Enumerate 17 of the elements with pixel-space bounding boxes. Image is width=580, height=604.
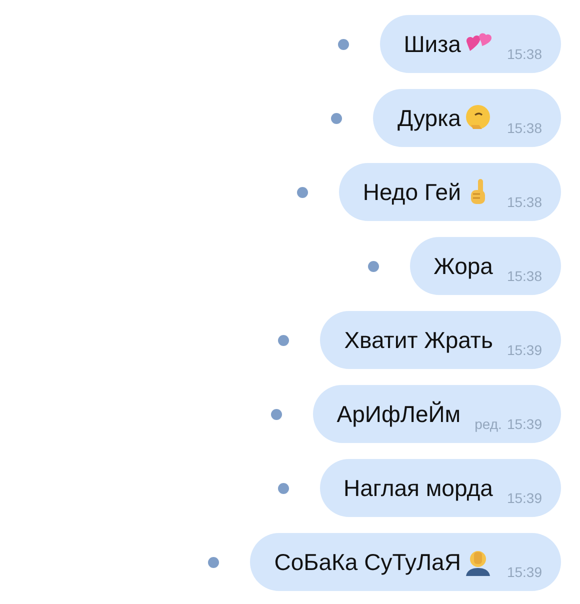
message-text: СоБаКа СуТуЛаЯ (274, 548, 461, 576)
message-text: Дурка (397, 104, 461, 132)
message-time: 15:39 (506, 490, 542, 506)
message-text: Жора (434, 252, 493, 280)
edited-label: ред. (474, 416, 502, 432)
message-text: АрИфЛеЙм (336, 400, 461, 428)
message-text: Хватит Жрать (344, 326, 493, 354)
message-time: 15:38 (506, 46, 542, 62)
message-text: Наглая морда (344, 474, 493, 502)
message-time: 15:39 (506, 342, 542, 358)
message-time: 15:38 (506, 194, 542, 210)
message-time: 15:38 (506, 268, 542, 284)
message-time: 15:38 (506, 120, 542, 136)
message-time: 15:39 (506, 416, 542, 432)
message-text: Шиза (404, 30, 461, 58)
message-time: 15:39 (506, 564, 542, 580)
message-text: Недо Гей (362, 178, 461, 206)
